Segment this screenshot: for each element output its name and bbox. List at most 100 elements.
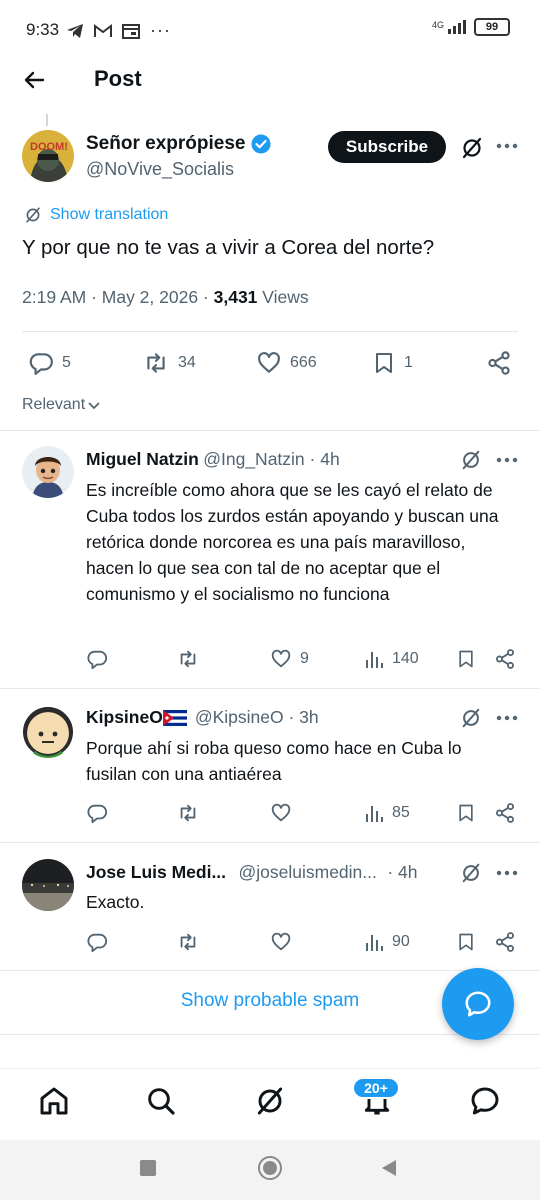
system-navigation-bar	[0, 1140, 540, 1200]
author-avatar[interactable]: DOOM!	[22, 130, 74, 182]
back-button[interactable]	[22, 68, 46, 92]
repost-button[interactable]	[176, 648, 200, 670]
views-button[interactable]: 90	[364, 931, 410, 953]
more-options-button[interactable]	[496, 136, 518, 156]
sort-dropdown[interactable]: Relevant	[22, 396, 101, 414]
repost-button[interactable]	[176, 931, 200, 953]
reply-button[interactable]: 5	[28, 350, 71, 376]
status-time: 9:33	[26, 20, 60, 39]
more-options-button[interactable]	[496, 708, 518, 728]
views-button[interactable]: 140	[364, 648, 419, 670]
views-count: 85	[392, 804, 410, 821]
home-system-button[interactable]	[258, 1156, 282, 1180]
reply-author-handle[interactable]: @joseluismedin...	[239, 862, 377, 882]
author-handle[interactable]: @NoVive_Socialis	[86, 159, 234, 180]
bookmark-count: 1	[404, 354, 413, 371]
more-horizontal-icon	[496, 870, 518, 876]
share-button[interactable]	[486, 350, 512, 376]
bookmark-button[interactable]	[456, 931, 476, 953]
like-count: 666	[290, 354, 317, 371]
reply-avatar[interactable]	[22, 706, 74, 758]
gmail-icon	[94, 23, 112, 37]
back-system-button[interactable]	[380, 1158, 398, 1178]
reply-icon	[29, 353, 53, 375]
repost-button[interactable]: 34	[142, 350, 196, 376]
repost-count: 34	[178, 354, 196, 371]
divider	[0, 842, 540, 843]
reply-author-handle[interactable]: @KipsineO · 3h	[195, 707, 319, 728]
nav-messages[interactable]	[469, 1085, 501, 1117]
share-button[interactable]	[494, 931, 516, 953]
bookmark-button[interactable]	[456, 648, 476, 670]
chevron-down-icon	[88, 402, 100, 410]
calendar-icon	[122, 23, 140, 39]
nav-home[interactable]	[38, 1085, 70, 1117]
repost-icon	[180, 804, 196, 822]
nav-search[interactable]	[145, 1085, 177, 1117]
share-button[interactable]	[494, 648, 516, 670]
subscribe-button[interactable]: Subscribe	[328, 131, 446, 163]
divider	[0, 970, 540, 971]
notification-badge: 20+	[352, 1077, 400, 1099]
repost-icon	[180, 933, 196, 951]
post-time: 2:19 AM · May 2, 2026 ·	[22, 287, 214, 307]
grok-button[interactable]	[460, 862, 482, 884]
reply-header: KipsineO @KipsineO · 3h	[86, 707, 446, 728]
bookmark-icon	[459, 933, 473, 951]
reply-avatar[interactable]	[22, 446, 74, 498]
nav-grok[interactable]	[254, 1085, 286, 1117]
compose-reply-button[interactable]	[442, 968, 514, 1040]
like-button[interactable]: 9	[270, 648, 309, 670]
share-button[interactable]	[494, 802, 516, 824]
reply-author-name[interactable]: Jose Luis Medi...	[86, 862, 226, 882]
reply-avatar[interactable]	[22, 859, 74, 911]
reply-author-handle[interactable]: @Ing_Natzin · 4h	[203, 449, 339, 469]
message-icon	[471, 1087, 499, 1115]
reply-author-name[interactable]: Miguel Natzin	[86, 449, 199, 469]
analytics-icon	[366, 806, 383, 822]
svg-text:DOOM!: DOOM!	[30, 141, 68, 153]
grok-icon	[462, 863, 480, 883]
more-horizontal-icon	[496, 715, 518, 721]
grok-icon	[462, 450, 480, 470]
verified-badge-icon	[251, 134, 271, 154]
views-count: 3,431	[213, 287, 258, 307]
bookmark-button[interactable]: 1	[372, 350, 413, 376]
post-meta: 2:19 AM · May 2, 2026 · 3,431 Views	[22, 287, 309, 308]
like-count: 9	[300, 650, 309, 667]
reply-author-name[interactable]: KipsineO	[86, 707, 163, 728]
chat-bubble-icon	[465, 991, 491, 1017]
thread-line	[46, 114, 48, 126]
reply-icon	[87, 650, 108, 670]
grok-button[interactable]	[460, 707, 482, 729]
like-button[interactable]	[270, 802, 300, 824]
page-title: Post	[94, 66, 142, 91]
reply-button[interactable]	[86, 802, 108, 824]
author-name[interactable]: Señor exprópiese	[86, 133, 271, 155]
like-button[interactable]: 666	[256, 350, 317, 376]
like-button[interactable]	[270, 931, 300, 953]
divider	[0, 430, 540, 431]
heart-icon	[258, 352, 280, 373]
bookmark-button[interactable]	[456, 802, 476, 824]
show-translation-link[interactable]: Show translation	[24, 206, 168, 224]
search-icon	[148, 1088, 175, 1115]
more-horizontal-icon	[496, 457, 518, 463]
more-options-button[interactable]	[496, 450, 518, 470]
reply-icon	[87, 933, 108, 953]
heart-icon	[271, 649, 291, 668]
reply-button[interactable]	[86, 931, 108, 953]
grok-button[interactable]	[460, 136, 484, 160]
reply-button[interactable]	[86, 648, 108, 670]
views-count: 140	[392, 650, 419, 667]
grok-button[interactable]	[460, 449, 482, 471]
repost-button[interactable]	[176, 802, 200, 824]
more-options-button[interactable]	[496, 863, 518, 883]
recents-button[interactable]	[140, 1160, 156, 1176]
reply-header: Miguel Natzin @Ing_Natzin · 4h	[86, 449, 446, 470]
sort-label: Relevant	[22, 396, 86, 413]
views-button[interactable]: 85	[364, 802, 410, 824]
heart-icon	[271, 932, 291, 951]
network-label: 4G	[431, 20, 444, 30]
bookmark-icon	[376, 353, 392, 373]
